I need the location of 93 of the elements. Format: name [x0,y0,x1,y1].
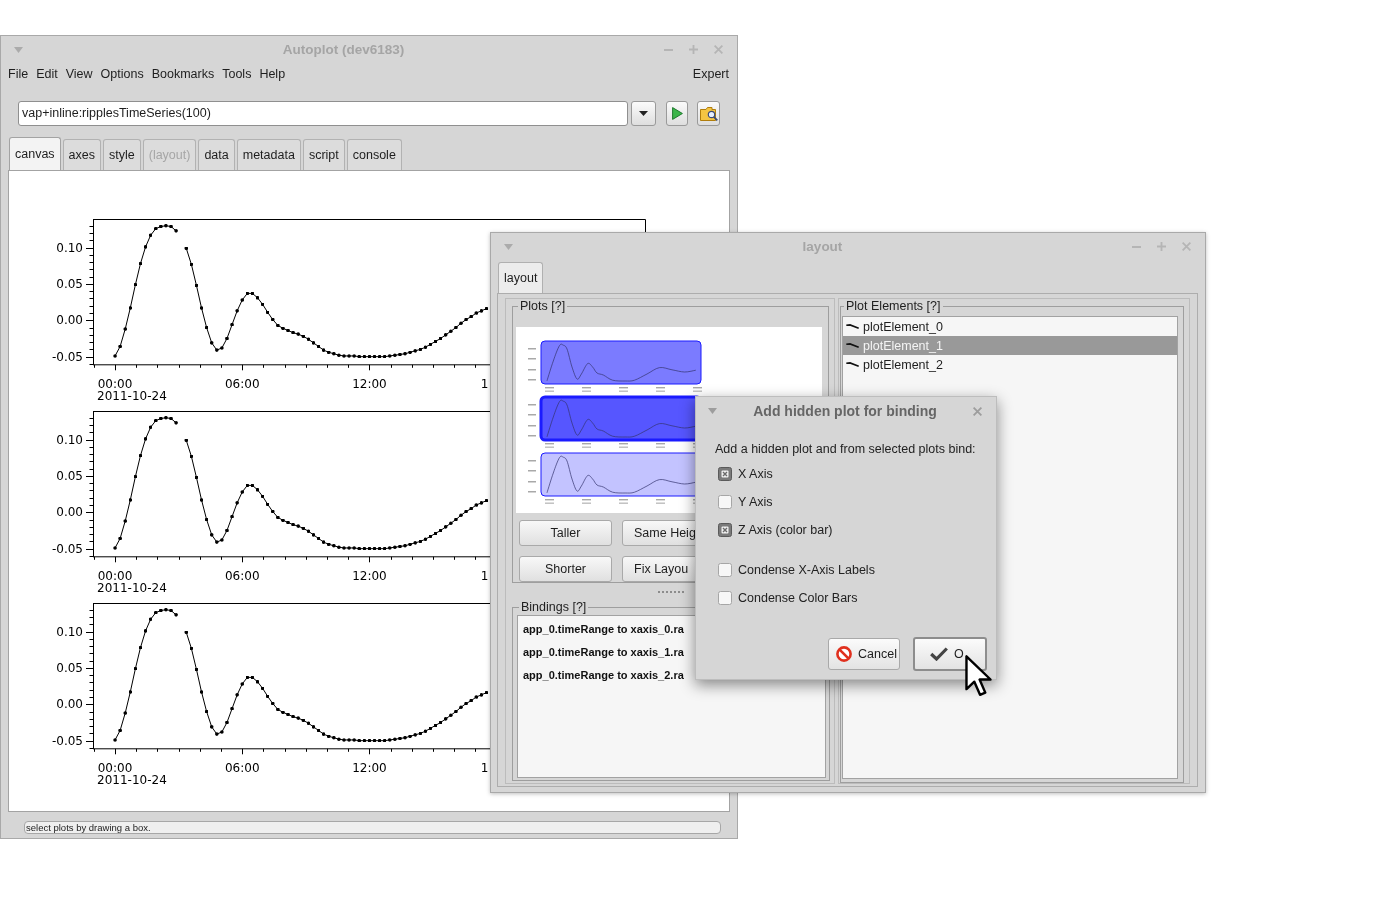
tick-label: 12:00 [352,568,387,583]
uri-field[interactable]: vap+inline:ripplesTimeSeries(100) [18,101,628,126]
cut-tick-label: 1 [480,760,489,775]
dialog-title: Add hidden plot for binding [753,403,937,419]
binding-item[interactable]: app_0.timeRange to xaxis_0.ra [523,622,684,636]
tick-label: 0.00 [56,697,83,712]
tick-label: 12:00 [352,376,387,391]
checkmark-icon [930,647,948,661]
checkbox-label: Z Axis (color bar) [738,523,833,537]
menu-item[interactable]: Tools [222,67,252,81]
close-icon[interactable] [714,45,723,54]
checkbox-label: Condense X-Axis Labels [738,563,875,577]
maximize-icon[interactable] [1157,242,1166,251]
line-icon [846,362,859,367]
browse-button[interactable] [697,101,720,126]
menu-item[interactable]: Help [259,67,286,81]
action-button[interactable]: Shorter [519,556,612,582]
window-menu-icon[interactable] [504,243,513,250]
tick-label: 06:00 [224,568,260,583]
tick-label: -0.05 [51,541,83,556]
group-title: Plot Elements [?] [845,299,942,313]
checkbox-label: X Axis [738,467,773,481]
tick-label: 06:00 [224,760,260,775]
close-icon[interactable] [973,406,982,416]
window-menu-icon[interactable] [14,46,23,53]
tab[interactable]: canvas [9,137,61,170]
window-menu-icon[interactable] [708,408,717,414]
menu-item[interactable]: Bookmarks [151,67,215,81]
tab[interactable]: console [346,139,402,170]
tick-label: 0.00 [56,505,83,520]
tab[interactable]: layout [498,262,544,293]
no-entry-icon [836,646,852,662]
tick-label: 0.05 [56,660,83,675]
menu-item[interactable]: File [8,67,29,81]
folder-search-icon [699,105,718,122]
plot-button[interactable] [666,101,688,126]
menu-item[interactable]: Expert [692,67,729,81]
checkbox-label: Condense Color Bars [738,591,858,605]
tab[interactable]: style [103,139,141,170]
checkbox[interactable] [718,523,732,537]
plot-thumbnail[interactable] [528,340,702,392]
tab[interactable]: script [302,139,345,170]
checkbox[interactable] [718,563,732,577]
dropdown-button[interactable] [631,101,656,126]
tab[interactable]: axes [62,139,101,170]
splitter-handle[interactable] [657,590,684,593]
tick-label: 00:00 [97,376,133,391]
play-icon [671,107,683,120]
tick-label: 00:00 [97,568,133,583]
menu-item[interactable]: Edit [36,67,58,81]
binding-item[interactable]: app_0.timeRange to xaxis_2.ra [523,668,684,682]
caret-icon [639,111,648,116]
tick-label: 00:00 [97,760,133,775]
tick-label: 0.10 [56,624,83,639]
menu-item[interactable]: View [65,67,93,81]
cut-tick-label: 1 [480,568,489,583]
status-bar: select plots by drawing a box. [24,821,721,834]
tick-label: -0.05 [51,733,83,748]
mouse-pointer-icon [965,655,992,697]
tick-label: 0.05 [56,468,83,483]
list-item[interactable]: plotElement_0 [843,317,1177,336]
list-item[interactable]: plotElement_2 [843,355,1177,374]
tab[interactable]: data [198,139,235,170]
date-label: 2011-10-24 [97,388,167,403]
group-title: Plots [?] [519,299,567,313]
dialog-prompt: Add a hidden plot and from selected plots bind: [715,442,977,456]
tick-label: -0.05 [51,349,83,364]
tick-label: 0.10 [56,432,83,447]
date-label: 2011-10-24 [97,772,167,787]
checkbox[interactable] [718,495,732,509]
close-icon[interactable] [1182,242,1191,251]
tick-label: 06:00 [224,376,260,391]
checkbox-label: Y Axis [738,495,773,509]
tick-label: 0.05 [56,276,83,291]
line-icon [846,324,859,329]
binding-item[interactable]: app_0.timeRange to xaxis_1.ra [523,645,684,659]
dialog-button[interactable]: O [913,637,987,671]
action-button[interactable]: Taller [519,520,612,546]
checkbox[interactable] [718,591,732,605]
menu-item[interactable]: Options [100,67,144,81]
minimize-icon[interactable] [664,48,673,51]
dialog-button[interactable]: Cancel [828,638,900,670]
maximize-icon[interactable] [689,45,698,54]
cut-tick-label: 1 [480,376,489,391]
line-icon [846,343,859,348]
tick-label: 0.00 [56,313,83,328]
tick-label: 12:00 [352,760,387,775]
tab[interactable]: metadata [236,139,301,170]
group-title: Bindings [?] [520,600,588,614]
checkbox[interactable] [718,467,732,481]
tick-label: 0.10 [56,240,83,255]
date-label: 2011-10-24 [97,580,167,595]
minimize-icon[interactable] [1132,245,1141,248]
